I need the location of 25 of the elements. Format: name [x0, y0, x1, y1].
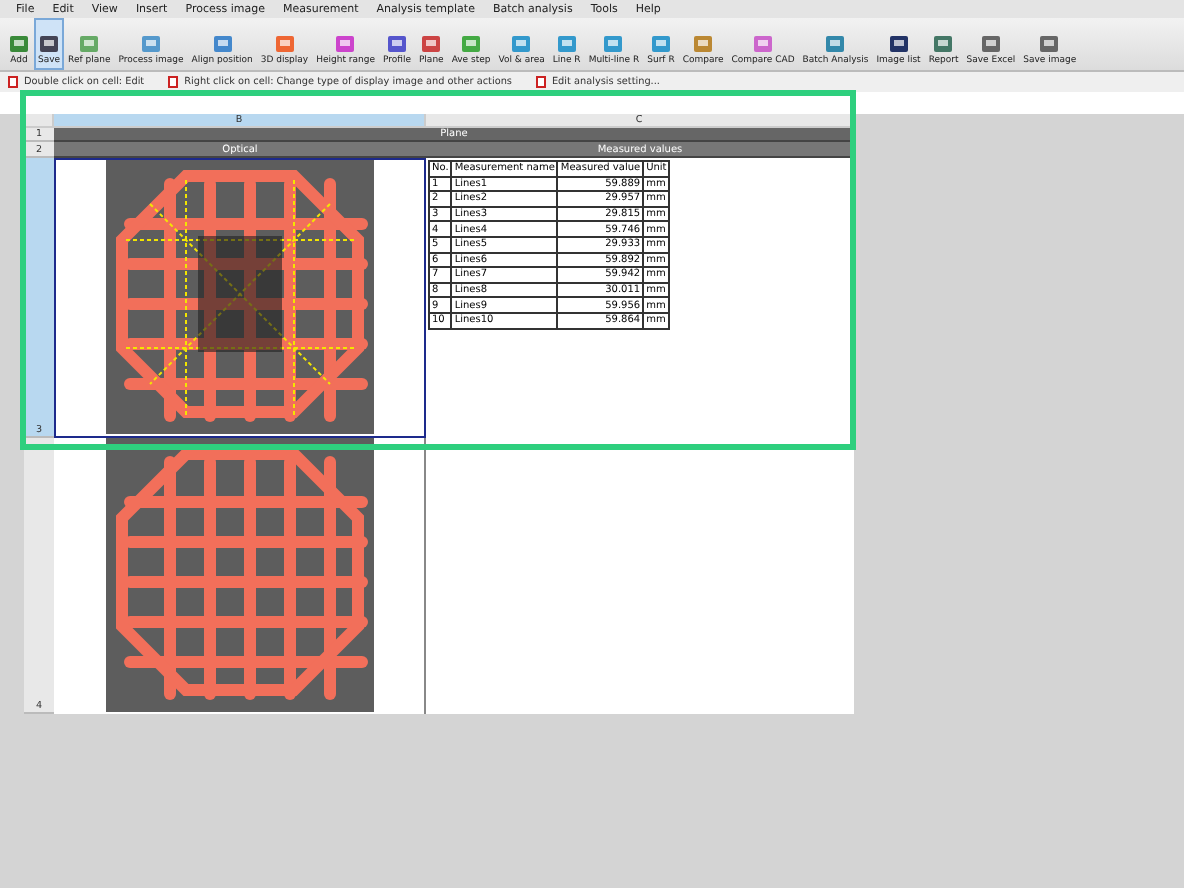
toolbar-icon: [824, 32, 847, 54]
toolbar-icon: [510, 32, 533, 54]
toolbar-icon: [1038, 32, 1061, 54]
sheet-corner[interactable]: [24, 114, 54, 128]
toolbar-icon: [602, 32, 625, 54]
hint-icon: [8, 76, 18, 88]
toolbar-icon: [649, 32, 672, 54]
toolbar-icon: [38, 32, 61, 54]
toolbar-icon: [979, 32, 1002, 54]
toolbar-icon: [460, 32, 483, 54]
toolbar-icon: [334, 32, 357, 54]
toolbar-icon: [692, 32, 715, 54]
hint-icon: [535, 76, 546, 88]
toolbar-icon: [140, 32, 163, 54]
hint-icon: [168, 76, 179, 88]
toolbar-icon: [211, 32, 234, 54]
toolbar-icon: [555, 32, 578, 54]
toolbar-icon: [887, 32, 910, 54]
toolbar-icon: [385, 32, 408, 54]
toolbar-icon: [78, 32, 101, 54]
toolbar-icon: [273, 32, 296, 54]
toolbar-icon: [932, 32, 955, 54]
toolbar-icon: [8, 32, 30, 54]
toolbar-icon: [752, 32, 775, 54]
toolbar-icon: [420, 32, 443, 54]
